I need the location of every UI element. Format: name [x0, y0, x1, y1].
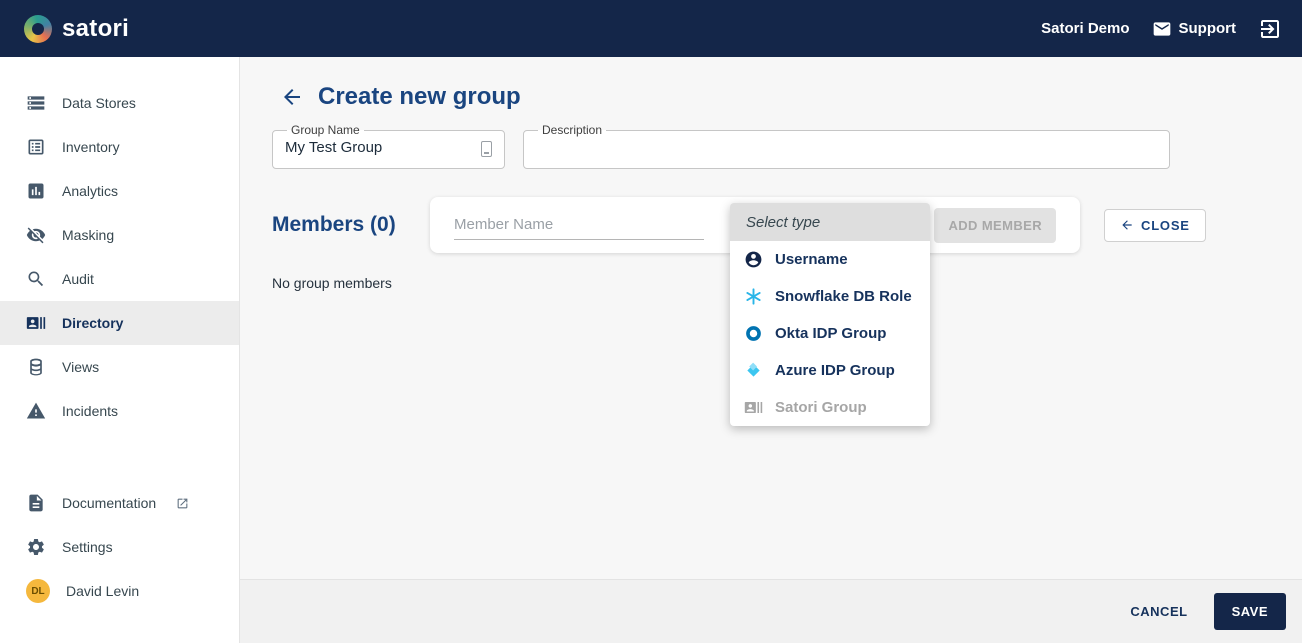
main-content: Create new group Group Name Description … [240, 57, 1302, 643]
satori-group-icon [744, 398, 763, 417]
support-label: Support [1178, 20, 1237, 37]
user-avatar: DL [26, 579, 50, 603]
azure-icon [744, 361, 763, 380]
dropdown-option-label: Azure IDP Group [775, 362, 895, 379]
account-name: Satori Demo [1041, 20, 1130, 37]
footer-bar: CANCEL SAVE [240, 579, 1302, 643]
sidebar-item-masking[interactable]: Masking [0, 213, 239, 257]
member-type-dropdown: Select type Username Snowflake DB Role O… [730, 203, 930, 426]
sidebar-item-analytics[interactable]: Analytics [0, 169, 239, 213]
dropdown-option-okta-idp-group[interactable]: Okta IDP Group [730, 315, 930, 352]
satori-brand: satori [24, 14, 130, 43]
group-name-field: Group Name [272, 123, 505, 169]
sidebar-item-label: Views [62, 359, 100, 375]
topbar-right: Satori Demo Support [1041, 17, 1282, 41]
sidebar: Data Stores Inventory Analytics Masking … [0, 57, 240, 643]
member-name-input[interactable] [454, 210, 704, 240]
dropdown-option-username[interactable]: Username [730, 241, 930, 278]
sidebar-item-views[interactable]: Views [0, 345, 239, 389]
sidebar-item-label: Masking [62, 227, 115, 243]
description-input[interactable] [536, 137, 1157, 161]
group-name-input[interactable] [285, 137, 475, 161]
dropdown-option-label: Snowflake DB Role [775, 288, 912, 305]
arrow-left-icon [1120, 218, 1134, 232]
input-adornment-icon [481, 141, 492, 157]
form-row: Group Name Description [272, 123, 1302, 169]
brand-name: satori [62, 14, 130, 42]
dropdown-option-label: Satori Group [775, 399, 867, 416]
save-button[interactable]: SAVE [1213, 593, 1286, 630]
user-icon [744, 250, 763, 269]
incidents-icon [26, 401, 46, 421]
cancel-button[interactable]: CANCEL [1130, 604, 1187, 619]
sidebar-item-label: Data Stores [62, 95, 136, 111]
sidebar-item-inventory[interactable]: Inventory [0, 125, 239, 169]
mail-icon [1152, 19, 1172, 39]
page-title: Create new group [318, 83, 521, 110]
close-button[interactable]: CLOSE [1104, 208, 1206, 242]
user-name: David Levin [66, 583, 140, 599]
directory-icon [26, 313, 46, 333]
data-stores-icon [26, 93, 46, 113]
document-icon [26, 493, 46, 513]
sidebar-item-label: Inventory [62, 139, 120, 155]
description-field: Description [523, 123, 1170, 169]
sidebar-item-directory[interactable]: Directory [0, 301, 239, 345]
dropdown-option-satori-group: Satori Group [730, 389, 930, 426]
add-member-button: ADD MEMBER [934, 207, 1056, 243]
sidebar-item-audit[interactable]: Audit [0, 257, 239, 301]
sidebar-item-settings[interactable]: Settings [0, 525, 239, 569]
description-label: Description [542, 123, 603, 137]
back-arrow-icon[interactable] [280, 85, 304, 109]
dropdown-option-snowflake-db-role[interactable]: Snowflake DB Role [730, 278, 930, 315]
sidebar-user[interactable]: DL David Levin [0, 569, 239, 613]
masking-icon [26, 225, 46, 245]
sidebar-item-label: Audit [62, 271, 94, 287]
sidebar-item-documentation[interactable]: Documentation [0, 481, 239, 525]
dropdown-header: Select type [730, 203, 930, 241]
support-link[interactable]: Support [1152, 19, 1237, 39]
topbar: satori Satori Demo Support [0, 0, 1302, 57]
external-link-icon [176, 497, 189, 510]
dropdown-option-azure-idp-group[interactable]: Azure IDP Group [730, 352, 930, 389]
logout-icon[interactable] [1258, 17, 1282, 41]
gear-icon [26, 537, 46, 557]
satori-logo-icon [24, 14, 52, 43]
sidebar-item-label: Analytics [62, 183, 119, 199]
inventory-icon [26, 137, 46, 157]
okta-icon [744, 324, 763, 343]
sidebar-item-label: Documentation [62, 495, 157, 511]
audit-icon [26, 269, 46, 289]
sidebar-item-label: Incidents [62, 403, 119, 419]
sidebar-item-incidents[interactable]: Incidents [0, 389, 239, 433]
dropdown-option-label: Okta IDP Group [775, 325, 887, 342]
sidebar-item-data-stores[interactable]: Data Stores [0, 81, 239, 125]
group-name-label: Group Name [291, 123, 360, 137]
members-heading: Members (0) [272, 213, 396, 236]
sidebar-item-label: Settings [62, 539, 113, 555]
title-row: Create new group [272, 83, 1302, 111]
views-icon [26, 357, 46, 377]
close-button-label: CLOSE [1141, 217, 1190, 233]
sidebar-item-label: Directory [62, 315, 124, 331]
snowflake-icon [744, 287, 763, 306]
dropdown-option-label: Username [775, 251, 848, 268]
analytics-icon [26, 181, 46, 201]
